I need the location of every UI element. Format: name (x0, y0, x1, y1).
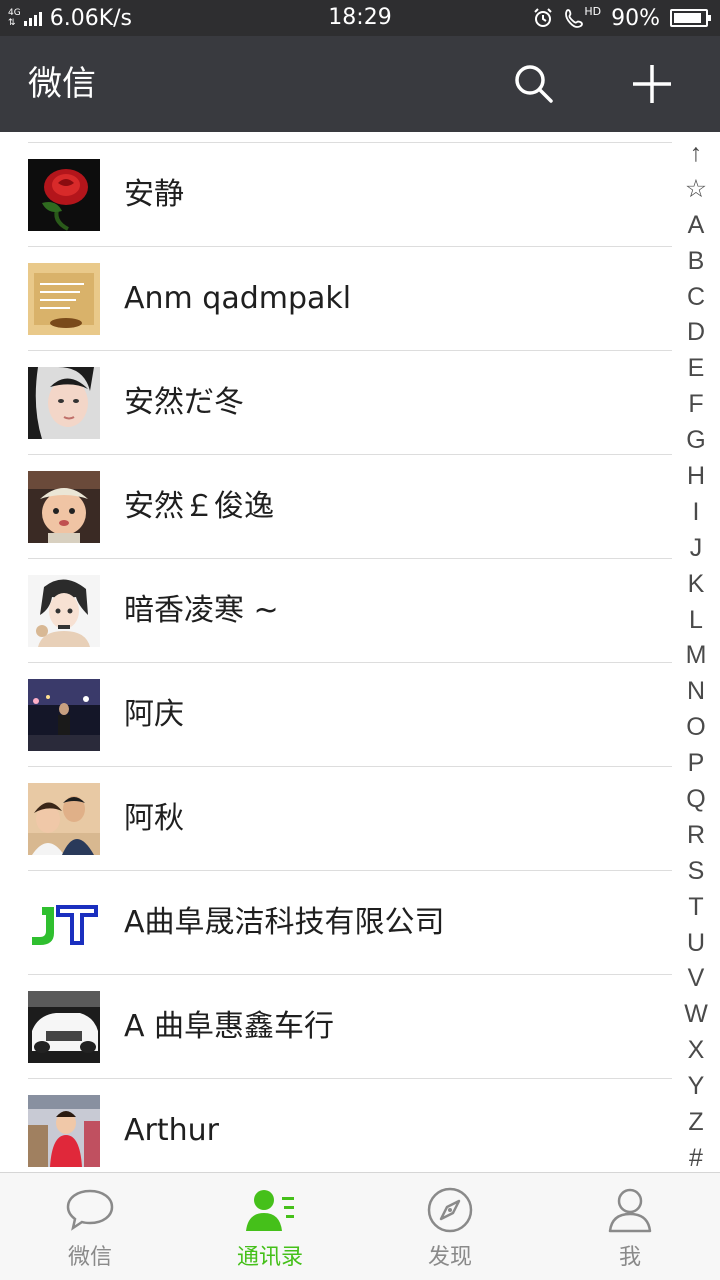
index-letter[interactable]: P (672, 746, 720, 782)
alarm-icon (532, 7, 554, 29)
tab-label: 微信 (67, 1245, 112, 1270)
index-letter[interactable]: H (672, 459, 720, 495)
index-letter[interactable]: F (672, 387, 720, 423)
avatar (28, 1095, 100, 1167)
tab-label: 通讯录 (236, 1245, 303, 1270)
index-letter[interactable]: N (672, 674, 720, 710)
contact-row[interactable]: 阿庆 (0, 663, 672, 767)
contact-name: A曲阜晟洁科技有限公司 (124, 905, 445, 940)
index-letter[interactable]: S (672, 854, 720, 890)
tab-chats[interactable]: 微信 (0, 1173, 180, 1280)
contact-list[interactable]: 安静 Anm qadmpakl 安然だ冬 安然￡俊逸 暗香凌寒 ~ 阿庆 阿秋 … (0, 132, 720, 1172)
index-letter[interactable]: L (672, 603, 720, 639)
avatar (28, 263, 100, 335)
index-letter[interactable]: Q (672, 782, 720, 818)
avatar (28, 575, 100, 647)
status-bar: 4G ⇅ 6.06K/s 18:29 HD 90% (0, 0, 720, 36)
index-letter[interactable]: E (672, 351, 720, 387)
compass-icon (426, 1185, 474, 1235)
contacts-icon (244, 1185, 296, 1235)
battery-percent: 90% (611, 5, 660, 31)
index-letter[interactable]: Z (672, 1105, 720, 1141)
contact-row[interactable]: Arthur (0, 1079, 672, 1172)
contact-name: A 曲阜惠鑫车行 (124, 1009, 335, 1044)
index-letter[interactable]: R (672, 818, 720, 854)
index-letter[interactable]: C (672, 280, 720, 316)
index-letter[interactable]: O (672, 710, 720, 746)
index-letter[interactable]: ↑ (672, 136, 720, 172)
avatar (28, 783, 100, 855)
index-letter[interactable]: V (672, 961, 720, 997)
contact-row[interactable]: 暗香凌寒 ~ (0, 559, 672, 663)
battery-icon (670, 9, 711, 27)
contact-name: 安然￡俊逸 (124, 489, 274, 524)
index-letter[interactable]: B (672, 244, 720, 280)
contact-name: 暗香凌寒 ~ (124, 593, 279, 628)
person-icon (607, 1185, 653, 1235)
avatar (28, 991, 100, 1063)
index-letter[interactable]: Y (672, 1069, 720, 1105)
status-right: HD 90% (532, 0, 711, 36)
index-letter[interactable]: G (672, 423, 720, 459)
index-letter[interactable]: T (672, 890, 720, 926)
chat-bubble-icon (65, 1185, 115, 1235)
app-header: 微信 (0, 36, 720, 132)
hd-label: HD (584, 4, 602, 18)
avatar (28, 471, 100, 543)
contact-name: Anm qadmpakl (124, 281, 352, 316)
index-letter[interactable]: K (672, 567, 720, 603)
battery-fill (674, 13, 701, 23)
avatar (28, 159, 100, 231)
search-button[interactable] (510, 60, 558, 108)
contact-name: 安静 (124, 177, 184, 212)
index-letter[interactable]: A (672, 208, 720, 244)
bottom-tab-bar: 微信 通讯录 发现 我 (0, 1172, 720, 1280)
contact-name: 阿秋 (124, 801, 184, 836)
tab-label: 我 (618, 1245, 641, 1270)
index-letter[interactable]: ☆ (672, 172, 720, 208)
tab-me[interactable]: 我 (540, 1173, 720, 1280)
plus-icon (633, 65, 671, 103)
contact-name: 安然だ冬 (124, 385, 244, 420)
contact-row[interactable]: 安然￡俊逸 (0, 455, 672, 559)
contact-row[interactable]: 安静 (0, 143, 672, 247)
tab-label: 发现 (427, 1245, 472, 1270)
tab-discover[interactable]: 发现 (360, 1173, 540, 1280)
contact-row[interactable]: 阿秋 (0, 767, 672, 871)
index-letter[interactable]: U (672, 926, 720, 962)
contact-name: 阿庆 (124, 697, 184, 732)
index-letter[interactable]: I (672, 495, 720, 531)
page-title: 微信 (28, 64, 96, 104)
index-letter[interactable]: X (672, 1033, 720, 1069)
alphabet-index[interactable]: ↑ ☆ A B C D E F G H I J K L M N O P Q R S T U V W X Y Z # (672, 136, 720, 1177)
index-letter[interactable]: D (672, 315, 720, 351)
contact-name: Arthur (124, 1113, 219, 1148)
index-letter[interactable]: J (672, 531, 720, 567)
tab-contacts[interactable]: 通讯录 (180, 1173, 360, 1280)
hd-call-icon: HD (564, 4, 602, 29)
avatar (28, 887, 100, 959)
index-letter[interactable]: M (672, 638, 720, 674)
contact-row[interactable]: A曲阜晟洁科技有限公司 (0, 871, 672, 975)
contact-row[interactable]: 安然だ冬 (0, 351, 672, 455)
add-button[interactable] (628, 60, 676, 108)
avatar (28, 367, 100, 439)
search-icon (515, 65, 553, 103)
index-letter[interactable]: W (672, 997, 720, 1033)
contact-row[interactable]: Anm qadmpakl (0, 247, 672, 351)
contact-row[interactable]: A 曲阜惠鑫车行 (0, 975, 672, 1079)
avatar (28, 679, 100, 751)
